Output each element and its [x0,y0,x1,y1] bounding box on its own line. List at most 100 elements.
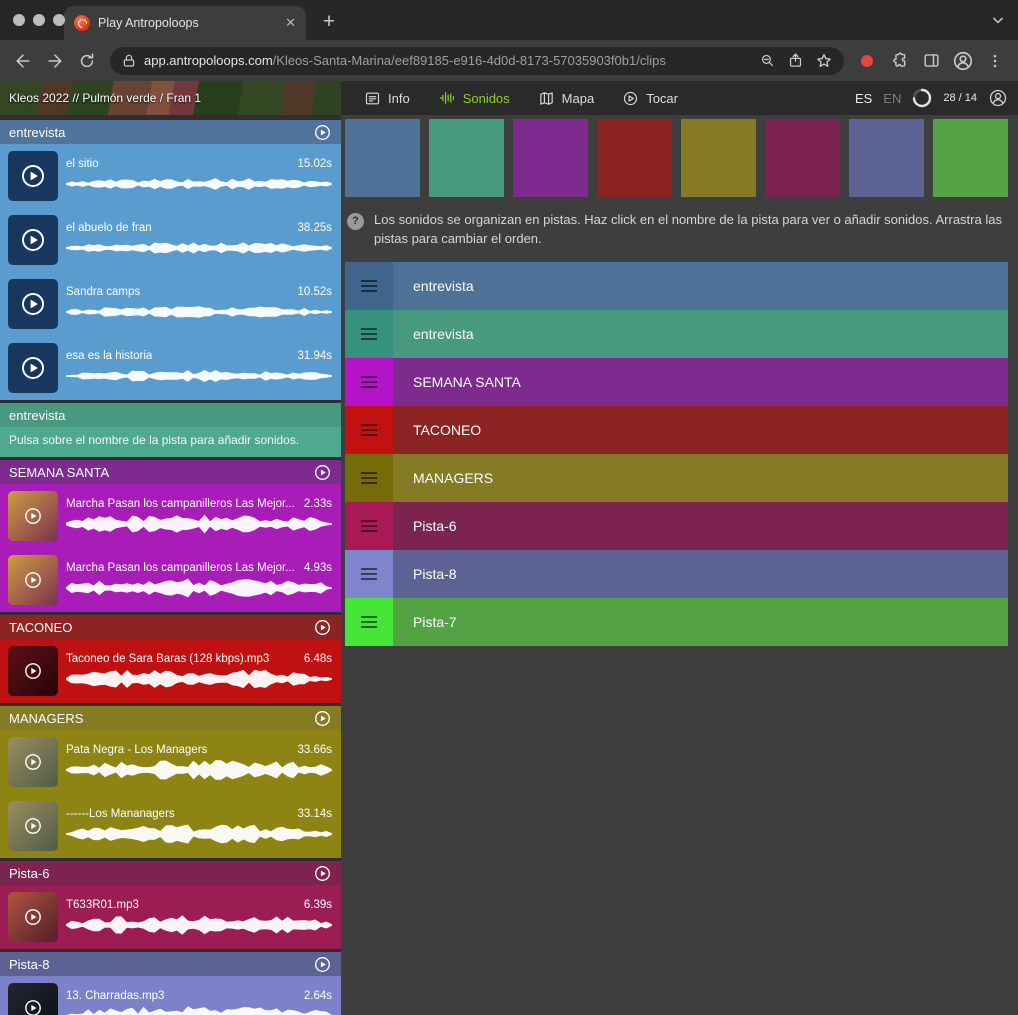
share-icon[interactable] [787,52,804,69]
reload-button[interactable] [72,46,102,76]
sidebar-track-section: MANAGERSPata Negra - Los Managers33.66s-… [0,706,341,858]
nav-mapa[interactable]: Mapa [527,81,606,115]
clip-thumbnail[interactable] [8,983,58,1015]
clip-thumbnail[interactable] [8,491,58,541]
nav-tocar[interactable]: Tocar [611,81,689,115]
sidebar-track-section: entrevistaPulsa sobre el nombre de la pi… [0,403,341,457]
info-icon [364,90,381,107]
track-swatch[interactable] [513,119,588,197]
clip-name: el sitio [66,158,291,170]
back-button[interactable] [8,46,38,76]
clip-item[interactable]: 13. Charradas.mp32.64s [0,976,341,1015]
sidebar-track-section: Pista-813. Charradas.mp32.64s [0,952,341,1015]
drag-handle-icon[interactable] [345,406,393,454]
track-play-button[interactable] [313,618,332,637]
clip-play-button[interactable] [8,279,58,329]
track-swatch[interactable] [345,119,420,197]
lang-es-button[interactable]: ES [855,91,872,106]
drag-handle-icon[interactable] [345,502,393,550]
nav-info[interactable]: Info [353,81,421,115]
window-minimize-button[interactable] [33,14,45,26]
track-header[interactable]: Pista-6 [0,861,341,885]
track-header[interactable]: entrevista [0,403,341,427]
track-title: entrevista [9,125,65,140]
track-swatch[interactable] [849,119,924,197]
track-play-button[interactable] [313,955,332,974]
track-header[interactable]: Pista-8 [0,952,341,976]
track-row[interactable]: MANAGERS [345,454,1008,502]
nav-sonidos[interactable]: Sonidos [427,81,521,115]
lang-en-button[interactable]: EN [883,91,901,106]
clip-thumbnail[interactable] [8,555,58,605]
extensions-puzzle-icon[interactable] [884,46,914,76]
site-favicon-icon [74,15,90,31]
clip-thumbnail[interactable] [8,892,58,942]
track-swatch[interactable] [597,119,672,197]
clip-play-button[interactable] [8,215,58,265]
track-row[interactable]: entrevista [345,310,1008,358]
clip-play-button[interactable] [8,343,58,393]
clip-item[interactable]: Marcha Pasan los campanilleros Las Mejor… [0,484,341,548]
clip-item[interactable]: Sandra camps10.52s [0,272,341,336]
track-header[interactable]: entrevista [0,120,341,144]
help-banner: ? Los sonidos se organizan en pistas. Ha… [347,211,1006,249]
clip-name: Marcha Pasan los campanilleros Las Mejor… [66,498,298,510]
drag-handle-icon[interactable] [345,598,393,646]
bookmark-star-icon[interactable] [815,52,833,70]
track-row[interactable]: Pista-8 [345,550,1008,598]
project-banner[interactable]: Kleos 2022 // Pulmón verde / Fran 1 [0,81,341,115]
profile-avatar[interactable] [948,46,978,76]
clip-item[interactable]: el sitio15.02s [0,144,341,208]
window-close-button[interactable] [13,14,25,26]
track-header[interactable]: SEMANA SANTA [0,460,341,484]
clip-item[interactable]: esa es la historia31.94s [0,336,341,400]
track-swatch[interactable] [933,119,1008,197]
track-swatch[interactable] [765,119,840,197]
drag-handle-icon[interactable] [345,262,393,310]
track-swatch[interactable] [429,119,504,197]
drag-handle-icon[interactable] [345,550,393,598]
track-play-button[interactable] [313,123,332,142]
drag-handle-icon[interactable] [345,310,393,358]
drag-handle-icon[interactable] [345,358,393,406]
track-row-label: entrevista [413,326,474,342]
record-extension-icon[interactable] [852,46,882,76]
clip-item[interactable]: Marcha Pasan los campanilleros Las Mejor… [0,548,341,612]
side-panel-icon[interactable] [916,46,946,76]
clip-item[interactable]: Pata Negra - Los Managers33.66s [0,730,341,794]
clip-item[interactable]: el abuelo de fran38.25s [0,208,341,272]
window-zoom-button[interactable] [53,14,65,26]
new-tab-button[interactable]: + [316,9,342,35]
clip-thumbnail[interactable] [8,737,58,787]
forward-button[interactable] [40,46,70,76]
browser-tab[interactable]: Play Antropoloops ✕ [64,6,306,40]
track-row[interactable]: Pista-6 [345,502,1008,550]
clip-thumbnail[interactable] [8,801,58,851]
clip-name: 13. Charradas.mp3 [66,990,298,1002]
track-swatch[interactable] [681,119,756,197]
track-play-button[interactable] [313,463,332,482]
clip-play-button[interactable] [8,151,58,201]
clip-item[interactable]: Taconeo de Sara Baras (128 kbps).mp36.48… [0,639,341,703]
clip-thumbnail[interactable] [8,646,58,696]
url-text[interactable]: app.antropoloops.com/Kleos-Santa-Marina/… [144,53,752,68]
track-row[interactable]: TACONEO [345,406,1008,454]
track-row[interactable]: entrevista [345,262,1008,310]
clip-duration: 2.33s [304,498,332,510]
address-bar[interactable]: app.antropoloops.com/Kleos-Santa-Marina/… [110,47,844,75]
tab-search-chevron-icon[interactable] [988,10,1008,30]
track-row-label: Pista-8 [413,566,457,582]
browser-menu-icon[interactable] [980,46,1010,76]
account-icon[interactable] [988,88,1008,108]
track-header[interactable]: MANAGERS [0,706,341,730]
track-play-button[interactable] [313,709,332,728]
zoom-icon[interactable] [759,52,776,69]
clip-item[interactable]: T633R01.mp36.39s [0,885,341,949]
track-header[interactable]: TACONEO [0,615,341,639]
track-play-button[interactable] [313,864,332,883]
track-row[interactable]: SEMANA SANTA [345,358,1008,406]
tab-close-icon[interactable]: ✕ [285,15,296,31]
track-row[interactable]: Pista-7 [345,598,1008,646]
clip-item[interactable]: ------Los Mananagers33.14s [0,794,341,858]
drag-handle-icon[interactable] [345,454,393,502]
